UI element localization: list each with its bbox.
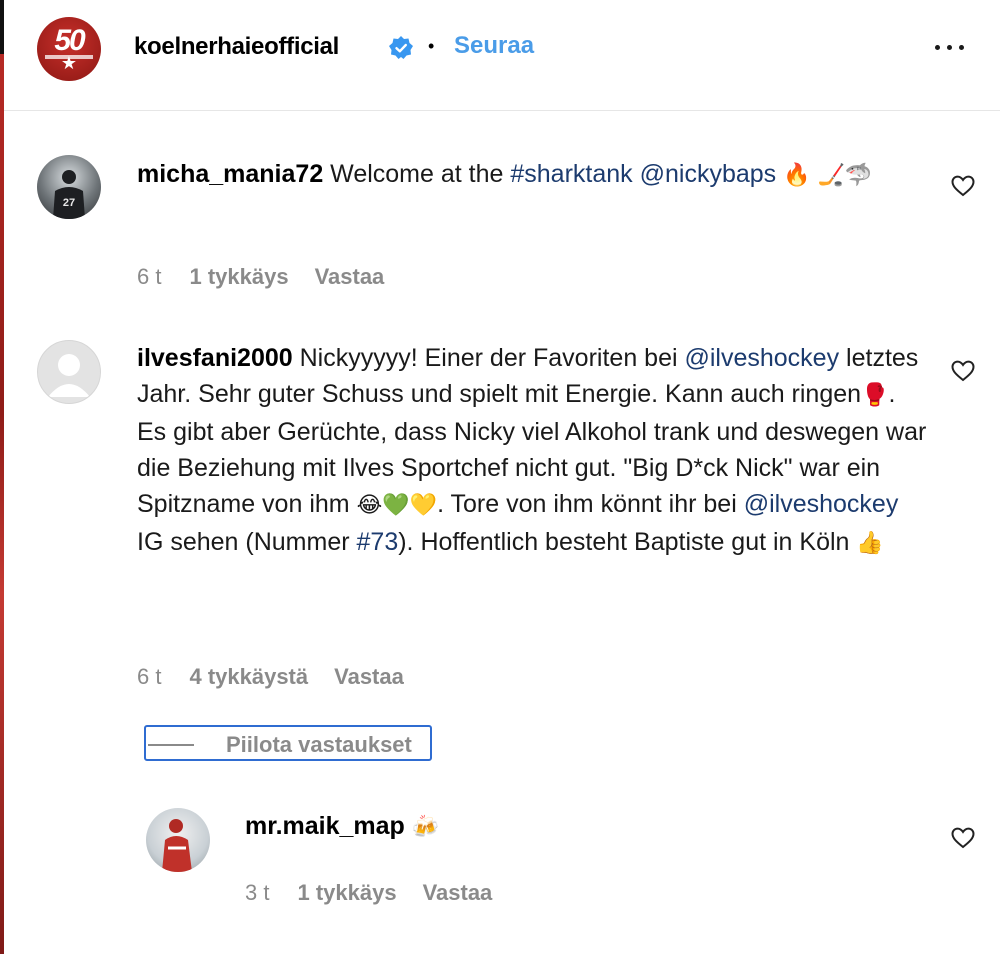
reply-text: mr.maik_map 🍻 xyxy=(245,808,845,846)
reply-time[interactable]: 3 t xyxy=(245,880,269,906)
like-heart-icon[interactable] xyxy=(950,173,976,199)
comment-likes[interactable]: 4 tykkäystä xyxy=(189,664,308,690)
more-options-icon[interactable] xyxy=(930,32,970,62)
like-heart-icon[interactable] xyxy=(950,825,976,851)
thumbs-up-emoji: 👍 xyxy=(856,531,884,556)
replies-divider-line xyxy=(148,744,194,746)
boxing-glove-emoji: 🥊 xyxy=(861,383,889,408)
account-name-link[interactable]: koelnerhaieofficial xyxy=(134,33,339,61)
avatar-ilvesfani2000[interactable] xyxy=(37,340,101,404)
comment-body-part: IG sehen (Nummer xyxy=(137,528,350,556)
comment-time[interactable]: 6 t xyxy=(137,664,161,690)
hashtag-link[interactable]: #sharktank xyxy=(510,160,632,188)
verified-badge-icon xyxy=(389,36,413,59)
follow-button[interactable]: Seuraa xyxy=(454,32,534,60)
comment-body-part: . Tore von ihm könnt ihr bei xyxy=(437,490,737,518)
comment-body: Welcome at the xyxy=(330,160,504,188)
reply-likes[interactable]: 1 tykkäys xyxy=(297,880,396,906)
comment-meta: 6 t 4 tykkäystä Vastaa xyxy=(137,664,404,690)
like-heart-icon[interactable] xyxy=(950,358,976,384)
comment-text: micha_mania72 Welcome at the #sharktank … xyxy=(137,156,917,194)
mention-link[interactable]: @nickybaps xyxy=(640,160,777,188)
mention-link[interactable]: @ilveshockey xyxy=(744,490,899,518)
avatar-micha-mania72[interactable]: 27 xyxy=(37,155,101,219)
reply-meta: 3 t 1 tykkäys Vastaa xyxy=(245,880,492,906)
avatar-photo xyxy=(162,819,192,872)
reply-username[interactable]: mr.maik_map xyxy=(245,812,405,840)
comment-body-part: Nickyyyyy! Einer der Favoriten bei xyxy=(299,344,678,372)
separator-dot: • xyxy=(428,36,435,56)
beer-emoji: 🍻 xyxy=(411,815,440,840)
comment-time[interactable]: 6 t xyxy=(137,264,161,290)
default-avatar-icon xyxy=(48,354,90,397)
avatar-mr-maik-map[interactable] xyxy=(146,808,210,872)
comment-meta: 6 t 1 tykkäys Vastaa xyxy=(137,264,384,290)
post-header: 50 ★ koelnerhaieofficial • Seuraa xyxy=(4,0,1000,111)
comment-likes[interactable]: 1 tykkäys xyxy=(189,264,288,290)
comment-username[interactable]: micha_mania72 xyxy=(137,160,323,188)
hide-replies-button[interactable]: Piilota vastaukset xyxy=(144,725,432,761)
comment-emojis: 🔥 🏒🦈 xyxy=(783,163,873,188)
reply-button[interactable]: Vastaa xyxy=(334,664,404,690)
laughing-hearts-emoji: 😂💚💛 xyxy=(356,493,438,518)
hashtag-link[interactable]: #73 xyxy=(357,528,399,556)
logo-star-icon: ★ xyxy=(60,53,78,73)
reply-button[interactable]: Vastaa xyxy=(315,264,385,290)
comment-text: ilvesfani2000 Nickyyyyy! Einer der Favor… xyxy=(137,340,927,562)
window-edge-red xyxy=(0,54,4,954)
account-avatar-logo[interactable]: 50 ★ xyxy=(37,17,101,81)
mention-link[interactable]: @ilveshockey xyxy=(684,344,839,372)
comment-body-part: ). Hoffentlich besteht Baptiste gut in K… xyxy=(398,528,850,556)
hide-replies-label: Piilota vastaukset xyxy=(226,732,412,757)
svg-text:27: 27 xyxy=(63,197,75,209)
avatar-photo: 27 xyxy=(53,170,85,219)
comment-username[interactable]: ilvesfani2000 xyxy=(137,344,293,372)
reply-button[interactable]: Vastaa xyxy=(423,880,493,906)
